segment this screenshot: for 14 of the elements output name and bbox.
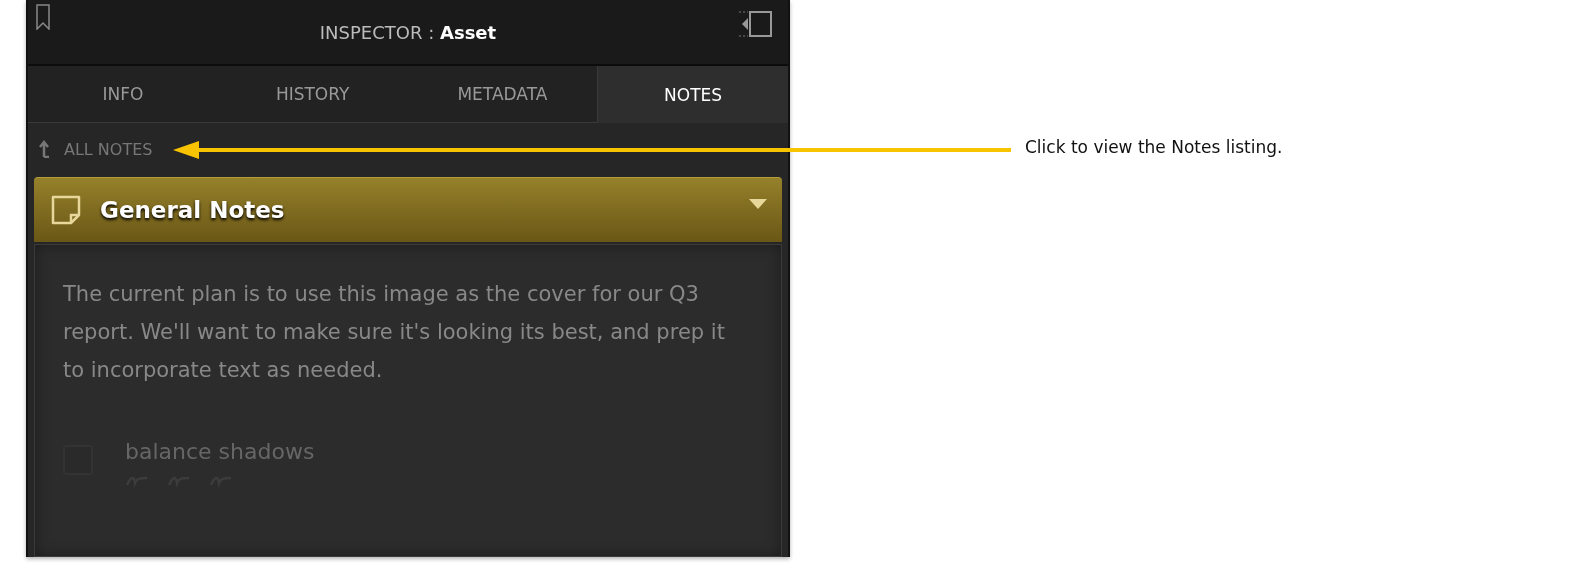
up-arrow-icon	[38, 140, 50, 158]
checklist-label: balance shadows	[125, 439, 315, 464]
note-text: The current plan is to use this image as the cover for our Q3 report. We'll want to make sure it's looking its best, and prep it to incorporate text as needed.	[63, 281, 726, 384]
window-title: INSPECTOR : Asset	[319, 21, 497, 43]
tab[interactable]: NOTES	[597, 66, 788, 123]
note-icon	[50, 194, 82, 226]
note-header[interactable]: General Notes	[34, 177, 782, 242]
caret-icon[interactable]	[748, 198, 768, 210]
tab[interactable]: INFO	[28, 66, 218, 123]
tab[interactable]: HISTORY	[217, 66, 408, 123]
note-title: General Notes	[100, 197, 286, 223]
all-notes-link[interactable]: ALL NOTES	[64, 139, 153, 159]
callout-text: Click to view the Notes listing.	[1025, 137, 1283, 157]
bookmark-icon[interactable]	[36, 4, 50, 30]
